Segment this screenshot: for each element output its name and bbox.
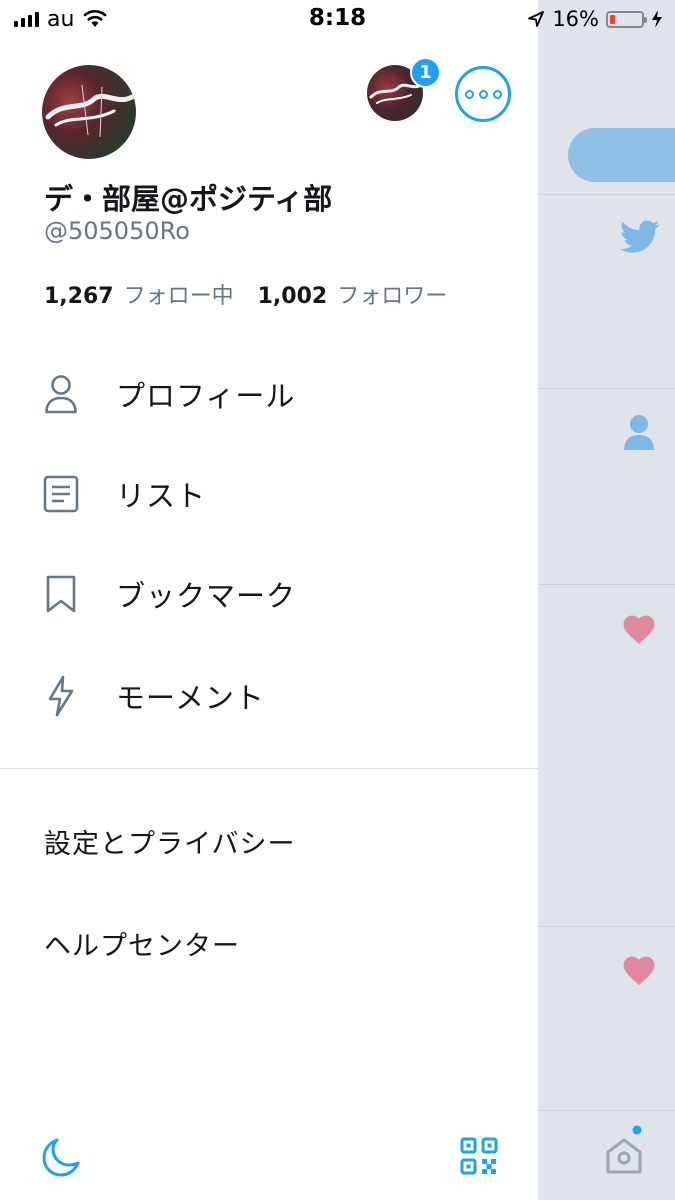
menu-item-moments[interactable]: モーメント <box>0 660 538 732</box>
dot-icon <box>464 89 474 99</box>
menu-item-profile[interactable]: プロフィール <box>0 358 538 430</box>
timeline-divider <box>538 388 675 389</box>
timeline-divider <box>538 194 675 195</box>
following-link[interactable]: 1,267 フォロー中 <box>44 278 234 310</box>
following-label: フォロー中 <box>123 284 234 309</box>
following-count: 1,267 <box>44 284 114 309</box>
battery-icon <box>606 10 647 28</box>
heart-icon <box>620 611 658 649</box>
timeline-background <box>538 0 675 1200</box>
menu-divider <box>0 768 538 769</box>
account-notification-badge: 1 <box>410 57 441 88</box>
user-handle: @505050Ro <box>44 217 190 245</box>
dot-icon <box>478 89 488 99</box>
settings-and-privacy-link[interactable]: 設定とプライバシー <box>44 822 295 861</box>
timeline-tweet-button[interactable] <box>568 128 675 182</box>
profile-avatar[interactable] <box>42 65 136 159</box>
battery-percentage: 16% <box>552 7 599 31</box>
timeline-divider <box>538 926 675 927</box>
timeline-tabbar-divider <box>538 1110 675 1111</box>
status-bar: au 8:18 16% <box>0 0 675 38</box>
heart-icon <box>620 952 658 990</box>
carrier-name: au <box>47 6 75 32</box>
help-center-link[interactable]: ヘルプセンター <box>44 924 240 963</box>
follow-counts: 1,267 フォロー中 1,002 フォロワー <box>44 278 447 310</box>
night-mode-button[interactable] <box>40 1136 82 1178</box>
moon-icon <box>42 1138 80 1177</box>
timeline-divider <box>538 584 675 585</box>
more-accounts-button[interactable] <box>455 66 511 122</box>
twitter-bird-icon <box>620 219 660 259</box>
lightning-icon <box>42 675 80 717</box>
wifi-icon <box>84 9 107 27</box>
side-drawer: 1 デ・部屋@ポジティ部 @505050Ro 1,267 フォロー中 1,002 フ… <box>0 0 538 1200</box>
person-icon <box>42 373 80 415</box>
qr-code-icon <box>460 1137 498 1175</box>
display-name[interactable]: デ・部屋@ポジティ部 <box>44 176 332 218</box>
menu-item-label: ブックマーク <box>116 579 297 613</box>
dot-icon <box>492 89 502 99</box>
list-icon <box>42 473 80 515</box>
notifications-tab-icon[interactable] <box>604 1124 644 1180</box>
followers-link[interactable]: 1,002 フォロワー <box>258 278 448 310</box>
bookmark-icon <box>42 573 80 615</box>
menu-item-label: モーメント <box>116 681 265 715</box>
charging-bolt-icon <box>652 10 662 28</box>
followers-count: 1,002 <box>257 284 328 309</box>
menu-item-lists[interactable]: リスト <box>0 458 538 530</box>
followers-label: フォロワー <box>337 284 448 309</box>
menu-item-bookmarks[interactable]: ブックマーク <box>0 558 538 630</box>
menu-item-label: プロフィール <box>116 379 296 413</box>
location-arrow-icon <box>528 11 545 27</box>
signal-strength-icon <box>14 11 39 27</box>
menu-item-label: リスト <box>116 479 207 513</box>
person-filled-icon <box>623 413 655 455</box>
qr-code-button[interactable] <box>460 1137 498 1175</box>
